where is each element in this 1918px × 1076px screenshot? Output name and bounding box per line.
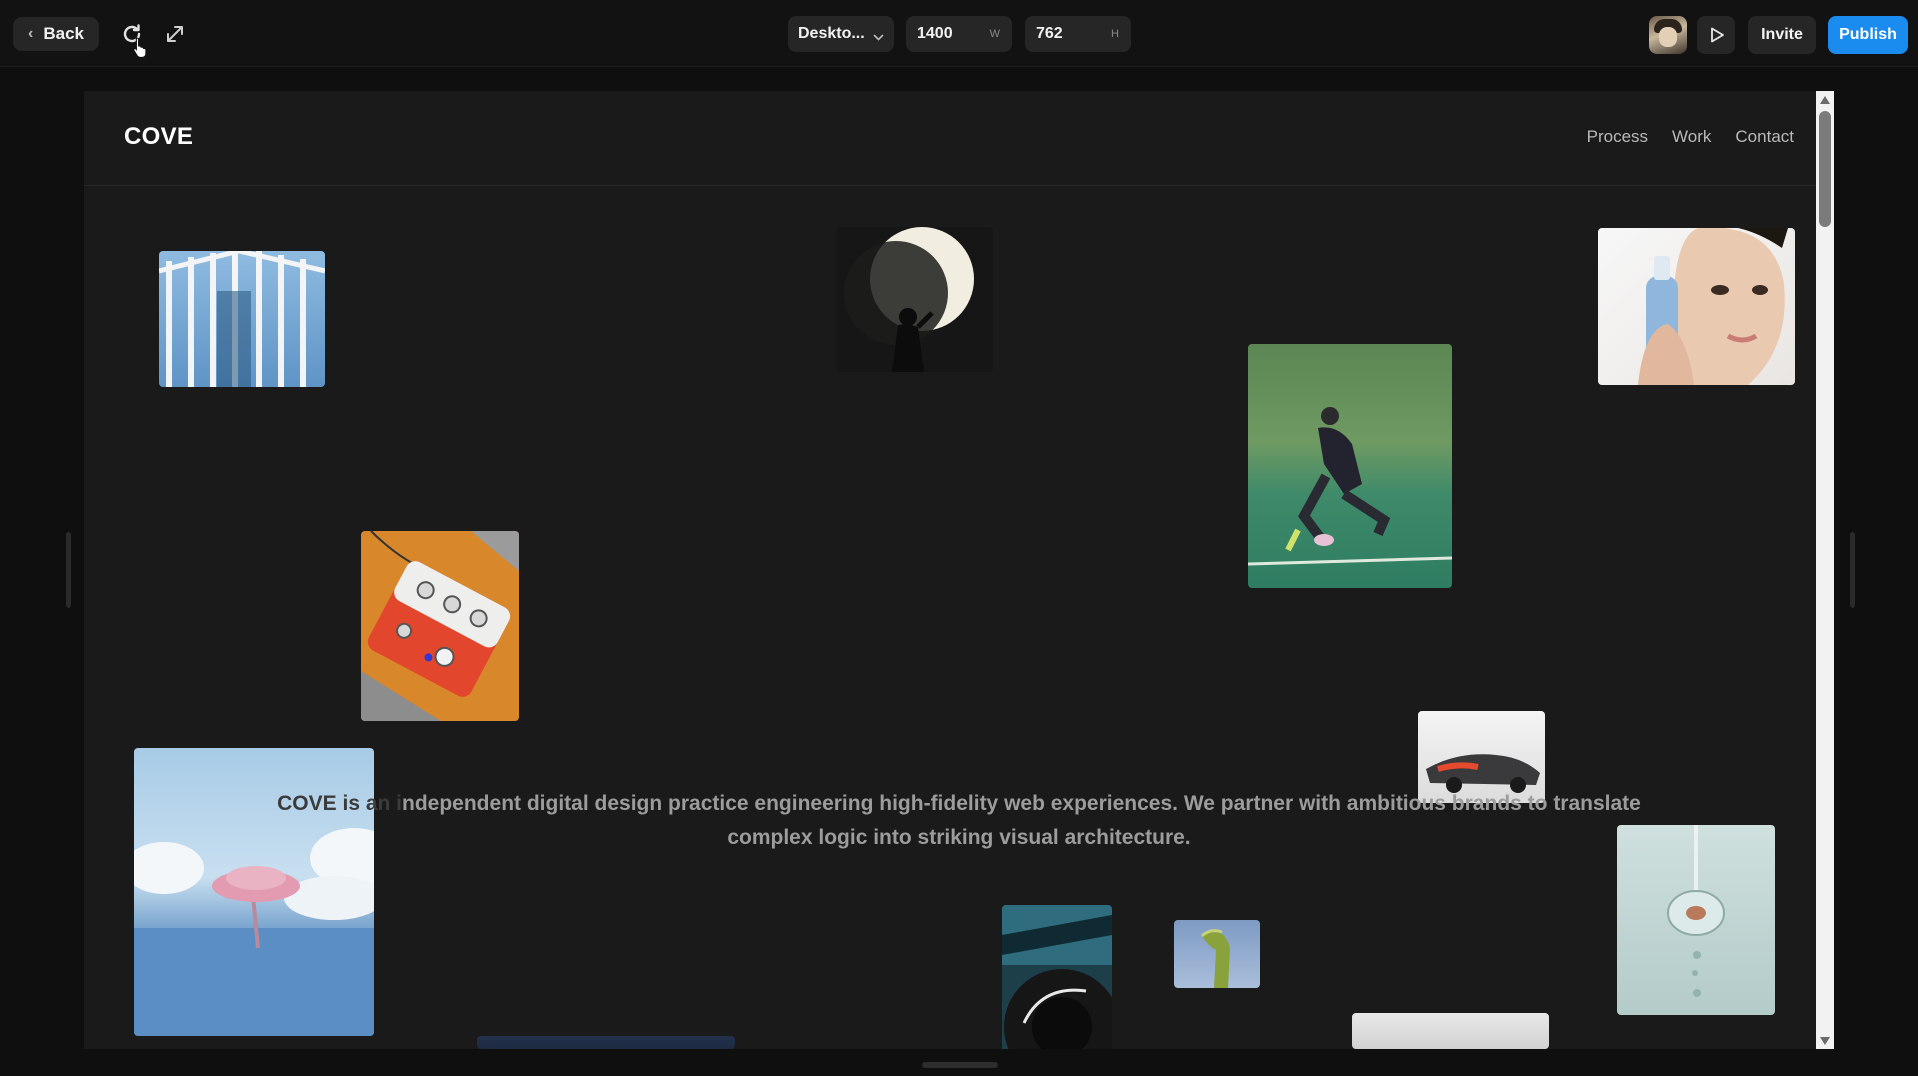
synth-pedal-photo — [361, 531, 519, 721]
tennis-player-photo — [1248, 344, 1452, 588]
right-resize-handle[interactable] — [1850, 532, 1855, 608]
scroll-thumb[interactable] — [1819, 111, 1831, 227]
nav-item-work[interactable]: Work — [1672, 127, 1711, 147]
scroll-up-arrow-icon[interactable] — [1820, 96, 1830, 104]
bottom-resize-handle[interactable] — [922, 1062, 998, 1068]
nav-item-process[interactable]: Process — [1587, 127, 1648, 147]
width-unit-label: W — [989, 28, 1000, 40]
grey-product-photo — [1352, 1013, 1549, 1049]
device-preset-select[interactable]: Deskto... — [788, 16, 894, 52]
left-resize-handle[interactable] — [66, 532, 71, 608]
site-header: COVE Process Work Contact — [84, 91, 1834, 186]
user-avatar[interactable] — [1649, 16, 1687, 54]
back-label: Back — [43, 24, 84, 43]
scroll-down-arrow-icon[interactable] — [1820, 1037, 1830, 1045]
hero-paragraph: COVE is an independent digital design pr… — [234, 787, 1684, 855]
moon-silhouette-photo — [836, 227, 993, 372]
editor-toolbar: ‹ Back Deskto... 1400 W 762 H Invite Pub… — [0, 0, 1918, 67]
height-input[interactable]: 762 H — [1025, 16, 1131, 52]
hero-faded-text: COVE is an i — [277, 792, 403, 815]
publish-button[interactable]: Publish — [1828, 16, 1908, 54]
hero-text: ndependent digital design practice engin… — [402, 792, 1641, 849]
width-input[interactable]: 1400 W — [906, 16, 1012, 52]
device-preset-value: Deskto... — [798, 25, 865, 42]
height-unit-label: H — [1111, 28, 1119, 40]
height-value: 762 — [1036, 25, 1063, 42]
back-button[interactable]: ‹ Back — [13, 17, 99, 51]
race-tyre-photo — [1002, 905, 1112, 1049]
invite-button[interactable]: Invite — [1748, 16, 1816, 54]
canvas-scrollbar[interactable] — [1816, 91, 1834, 1049]
skincare-portrait-photo — [1598, 228, 1795, 385]
site-logo[interactable]: COVE — [124, 123, 193, 151]
site-nav: Process Work Contact — [1587, 127, 1794, 147]
chevron-left-icon: ‹ — [28, 25, 34, 42]
width-value: 1400 — [917, 25, 953, 42]
preview-canvas: COVE Process Work Contact COVE is an ind… — [84, 91, 1834, 1049]
mouse-cursor-icon — [132, 36, 148, 63]
moss-sculpture-photo — [1174, 920, 1260, 988]
nav-item-contact[interactable]: Contact — [1735, 127, 1794, 147]
architecture-photo — [159, 251, 325, 387]
expand-icon[interactable] — [161, 20, 189, 48]
night-sky-photo — [477, 1036, 735, 1049]
play-icon — [1711, 27, 1724, 43]
preview-play-button[interactable] — [1697, 16, 1735, 54]
chevron-down-icon — [873, 29, 884, 47]
